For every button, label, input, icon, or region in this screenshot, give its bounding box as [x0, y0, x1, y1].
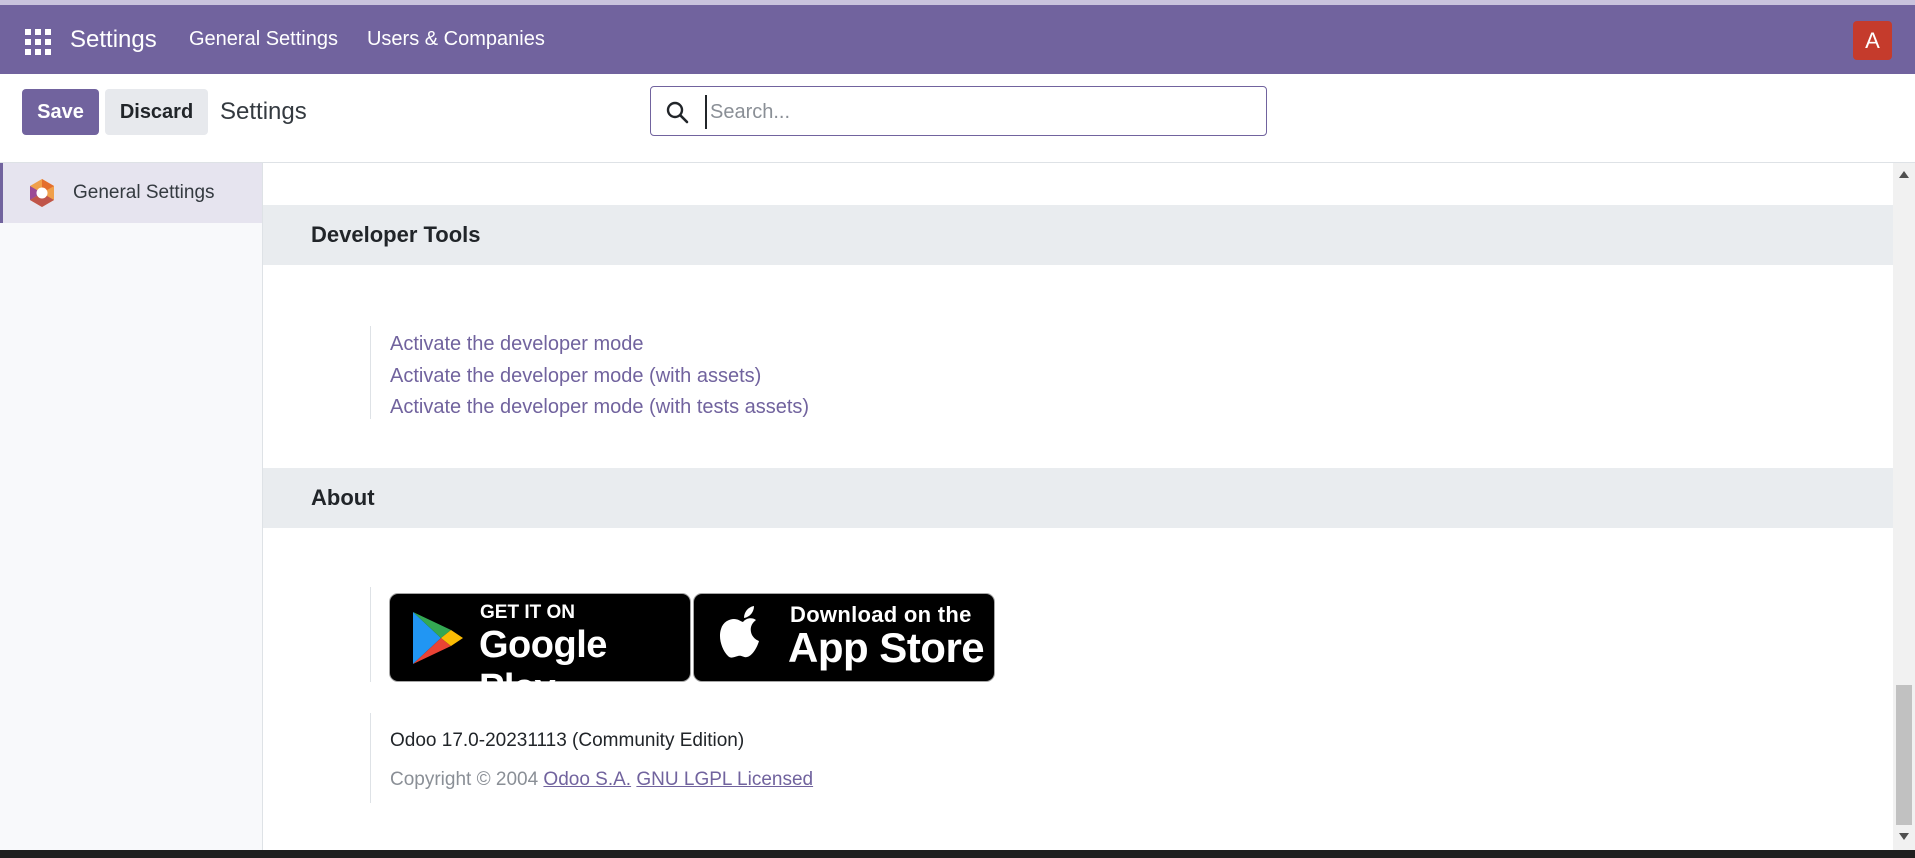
main-menu: General Settings Users & Companies	[189, 5, 574, 74]
apps-menu-icon[interactable]	[25, 29, 51, 55]
section-title: Developer Tools	[311, 222, 481, 247]
section-title: About	[311, 485, 375, 510]
save-button[interactable]: Save	[22, 89, 99, 135]
scroll-up-arrow-icon[interactable]	[1899, 171, 1909, 178]
about-header: About	[263, 468, 1893, 528]
sidebar-item-general-settings[interactable]: General Settings	[0, 163, 262, 223]
app-title[interactable]: Settings	[70, 5, 157, 74]
top-navbar: Settings General Settings Users & Compan…	[0, 5, 1915, 74]
version-text: Odoo 17.0-20231113 (Community Edition)	[390, 730, 745, 751]
developer-tools-header: Developer Tools	[263, 205, 1893, 265]
copyright-prefix: Copyright © 2004	[390, 769, 539, 790]
control-panel: Save Discard Settings	[0, 74, 1915, 163]
app-store-big-text: App Store	[788, 624, 985, 671]
user-avatar[interactable]: A	[1853, 21, 1892, 60]
google-play-big-text: Google Play	[479, 624, 607, 709]
google-play-badge[interactable]: GET IT ON Google Play	[389, 593, 691, 709]
store-badges: GET IT ON Google Play Download on the Ap…	[370, 587, 995, 709]
google-play-small-text: GET IT ON	[480, 602, 575, 623]
vertical-scrollbar[interactable]	[1893, 163, 1915, 850]
developer-links: Activate the developer mode Activate the…	[370, 326, 809, 419]
scrollbar-thumb[interactable]	[1896, 685, 1912, 825]
menu-users-companies[interactable]: Users & Companies	[367, 5, 545, 74]
license-link[interactable]: GNU LGPL Licensed	[636, 769, 813, 790]
about-info: Odoo 17.0-20231113 (Community Edition) C…	[370, 713, 813, 803]
scroll-down-arrow-icon[interactable]	[1899, 833, 1909, 840]
settings-content: Developer Tools Activate the developer m…	[263, 163, 1893, 850]
activate-developer-mode-tests-link[interactable]: Activate the developer mode (with tests …	[390, 392, 809, 424]
taskbar-edge	[0, 850, 1915, 858]
odoo-sa-link[interactable]: Odoo S.A.	[543, 769, 631, 790]
activate-developer-mode-assets-link[interactable]: Activate the developer mode (with assets…	[390, 361, 809, 393]
search-input[interactable]	[705, 95, 1252, 129]
sidebar-item-label: General Settings	[73, 182, 215, 203]
copyright-text: Copyright © 2004 Odoo S.A. GNU LGPL Lice…	[390, 769, 813, 791]
odoo-settings-icon	[30, 179, 54, 207]
activate-developer-mode-link[interactable]: Activate the developer mode	[390, 329, 809, 361]
menu-general-settings[interactable]: General Settings	[189, 5, 338, 74]
apple-icon	[719, 606, 759, 658]
discard-button[interactable]: Discard	[105, 89, 208, 135]
settings-sidebar: General Settings	[0, 163, 263, 850]
search-box[interactable]	[650, 86, 1267, 136]
google-play-icon	[413, 612, 463, 664]
breadcrumb: Settings	[220, 98, 307, 125]
app-store-badge[interactable]: Download on the App Store	[693, 593, 995, 682]
search-icon	[666, 101, 689, 124]
